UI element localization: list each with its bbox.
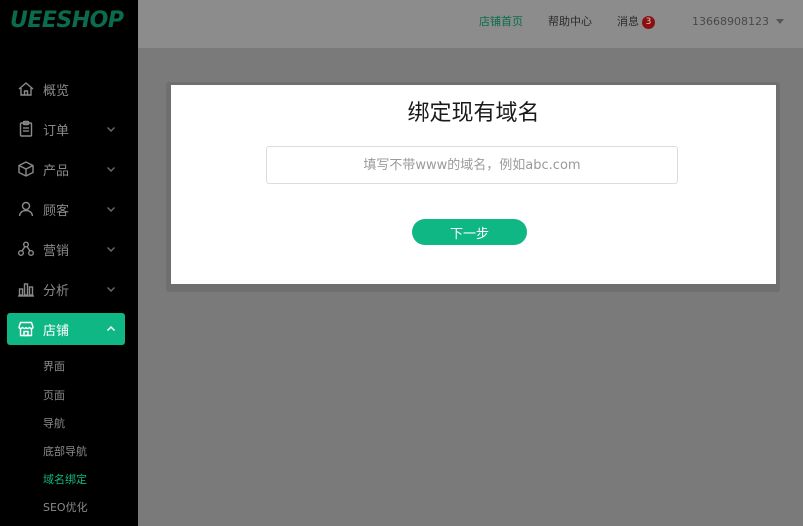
messages-label: 消息 (617, 15, 639, 28)
messages-link[interactable]: 消息 3 (617, 15, 655, 29)
help-center-link[interactable]: 帮助中心 (548, 15, 592, 29)
app-root: UEESHOP 概览 订单 产品 顾客 营销 分析 店铺 界面 页面 导航 底部… (0, 0, 803, 526)
top-header: 店铺首页 帮助中心 消息 3 13668908123 (138, 0, 803, 48)
sidebar-item-label: 分析 (43, 283, 70, 299)
sidebar-subitem-navigation[interactable]: 导航 (43, 416, 65, 432)
sidebar-item-label: 产品 (43, 163, 70, 179)
dialog-title: 绑定现有域名 (407, 101, 540, 126)
message-count-badge: 3 (642, 15, 655, 29)
ueeshop-logo[interactable]: UEESHOP (10, 8, 124, 33)
chevron-down-icon (105, 243, 117, 255)
username: 13668908123 (692, 15, 769, 28)
chevron-up-icon (105, 323, 117, 335)
sidebar-item-label: 店铺 (43, 323, 70, 339)
sidebar-subitem-footer-nav[interactable]: 底部导航 (43, 444, 87, 460)
sidebar: UEESHOP 概览 订单 产品 顾客 营销 分析 店铺 界面 页面 导航 底部… (0, 0, 138, 526)
box-icon (16, 159, 36, 179)
sidebar-item-overview[interactable]: 概览 (7, 73, 125, 105)
sidebar-item-label: 顾客 (43, 203, 70, 219)
user-menu[interactable]: 13668908123 (692, 15, 784, 28)
sidebar-item-analytics[interactable]: 分析 (7, 273, 125, 305)
sidebar-subitem-pages[interactable]: 页面 (43, 388, 65, 404)
bind-domain-dialog: 绑定现有域名 下一步 (171, 85, 776, 284)
domain-input[interactable] (266, 146, 678, 184)
sidebar-item-label: 概览 (43, 83, 70, 99)
sidebar-subitem-seo[interactable]: SEO优化 (43, 500, 88, 516)
sidebar-subitem-interface[interactable]: 界面 (43, 359, 65, 375)
sidebar-item-marketing[interactable]: 营销 (7, 233, 125, 265)
sidebar-subitem-domain-binding[interactable]: 域名绑定 (43, 472, 87, 488)
user-icon (16, 199, 36, 219)
sidebar-item-label: 订单 (43, 123, 70, 139)
chevron-down-icon (105, 203, 117, 215)
next-step-button[interactable]: 下一步 (412, 219, 527, 245)
modal-overlay: 绑定现有域名 下一步 (138, 48, 803, 526)
sidebar-item-orders[interactable]: 订单 (7, 113, 125, 145)
clipboard-icon (16, 119, 36, 139)
home-icon (16, 79, 36, 99)
sidebar-item-label: 营销 (43, 243, 70, 259)
sidebar-item-customers[interactable]: 顾客 (7, 193, 125, 225)
store-icon (16, 319, 36, 339)
chevron-down-icon (105, 123, 117, 135)
nodes-icon (16, 239, 36, 259)
bar-chart-icon (16, 279, 36, 299)
chevron-down-icon (105, 163, 117, 175)
chevron-down-icon (105, 283, 117, 295)
sidebar-item-store[interactable]: 店铺 (7, 313, 125, 345)
caret-down-icon (775, 19, 784, 24)
store-home-link[interactable]: 店铺首页 (479, 15, 523, 29)
sidebar-item-products[interactable]: 产品 (7, 153, 125, 185)
